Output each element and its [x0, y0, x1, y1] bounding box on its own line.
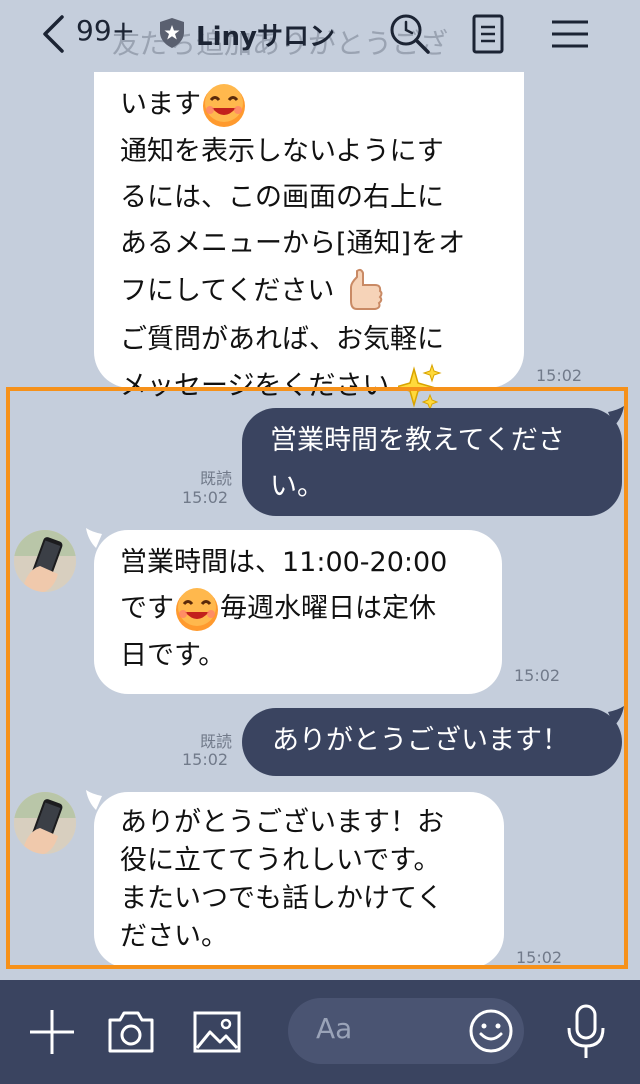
message-time: 15:02 — [514, 666, 561, 685]
message-line: 役に立ててうれしいです。 — [120, 845, 441, 876]
message-line: メッセージをください — [120, 370, 390, 401]
message-line: 営業時間を教えてくださ — [270, 425, 565, 456]
emoji-icon[interactable] — [468, 1008, 514, 1054]
message-line: です — [120, 593, 174, 624]
message-line: 営業時間は、11:00-20:00 — [120, 547, 448, 578]
shield-icon — [160, 18, 184, 48]
message-line: ありがとうございます！お — [120, 807, 444, 838]
input-placeholder: Aa — [316, 1012, 353, 1045]
avatar-photo — [14, 530, 76, 592]
message-line: ご質問があれば、お気軽に — [120, 323, 444, 355]
message-line: 毎週水曜日は定休 — [220, 593, 436, 624]
avatar-photo — [14, 792, 76, 854]
message-line: あるメニューから[通知]をオ — [120, 227, 466, 259]
message-line: ださい。 — [120, 921, 228, 952]
bubble-tail — [608, 406, 624, 426]
message-time: 15:02 — [182, 488, 229, 507]
outgoing-message-bubble[interactable]: ありがとうございます！ — [242, 708, 622, 776]
image-icon[interactable] — [192, 1010, 242, 1054]
message-line: います — [120, 89, 201, 120]
message-line: るには、この画面の右上に — [120, 181, 444, 213]
notes-icon[interactable] — [466, 12, 510, 56]
search-icon[interactable] — [388, 12, 432, 56]
read-receipt: 既読 — [199, 732, 232, 751]
avatar[interactable] — [14, 792, 76, 854]
message-line: い。 — [270, 471, 324, 502]
grin-emoji — [176, 587, 218, 631]
message-time: 15:02 — [182, 750, 229, 769]
outgoing-message-bubble[interactable]: 営業時間を教えてくださ い。 — [242, 408, 622, 516]
message-line: またいつでも話しかけてく — [120, 883, 444, 914]
mic-icon[interactable] — [564, 1004, 608, 1060]
message-line: 通知を表示しないようにす — [120, 135, 444, 167]
incoming-message-bubble[interactable]: ありがとうございます！お 役に立ててうれしいです。 またいつでも話しかけてく だ… — [94, 792, 504, 968]
message-input-bar: Aa — [0, 980, 640, 1084]
message-line: 日です。 — [120, 639, 226, 671]
message-time: 15:02 — [516, 948, 563, 967]
unread-count[interactable]: 99+ — [76, 14, 135, 47]
message-input[interactable]: Aa — [288, 998, 524, 1064]
sparkles-emoji — [398, 362, 442, 410]
back-chevron-icon[interactable] — [40, 14, 66, 54]
message-time: 15:02 — [536, 366, 583, 385]
message-line: ありがとうございます！ — [272, 725, 569, 756]
thumbs-up-emoji — [349, 268, 383, 310]
incoming-message-bubble[interactable]: います 通知を表示しないようにす るには、この画面の右上に あるメニューから[通… — [94, 38, 524, 410]
chat-header: 友だち追加ありがとうござ 99+ Linyサロン — [0, 0, 640, 72]
read-receipt: 既読 — [199, 469, 232, 488]
message-line: フにしてください — [120, 275, 335, 306]
menu-icon[interactable] — [548, 12, 592, 56]
bubble-tail — [608, 706, 624, 726]
grin-emoji — [203, 83, 245, 127]
chat-title: Linyサロン — [196, 22, 335, 52]
avatar[interactable] — [14, 530, 76, 592]
plus-icon[interactable] — [28, 1008, 76, 1056]
incoming-message-bubble[interactable]: 営業時間は、11:00-20:00 です 毎週水曜日は定休 日です。 — [94, 530, 502, 694]
camera-icon[interactable] — [106, 1010, 156, 1054]
